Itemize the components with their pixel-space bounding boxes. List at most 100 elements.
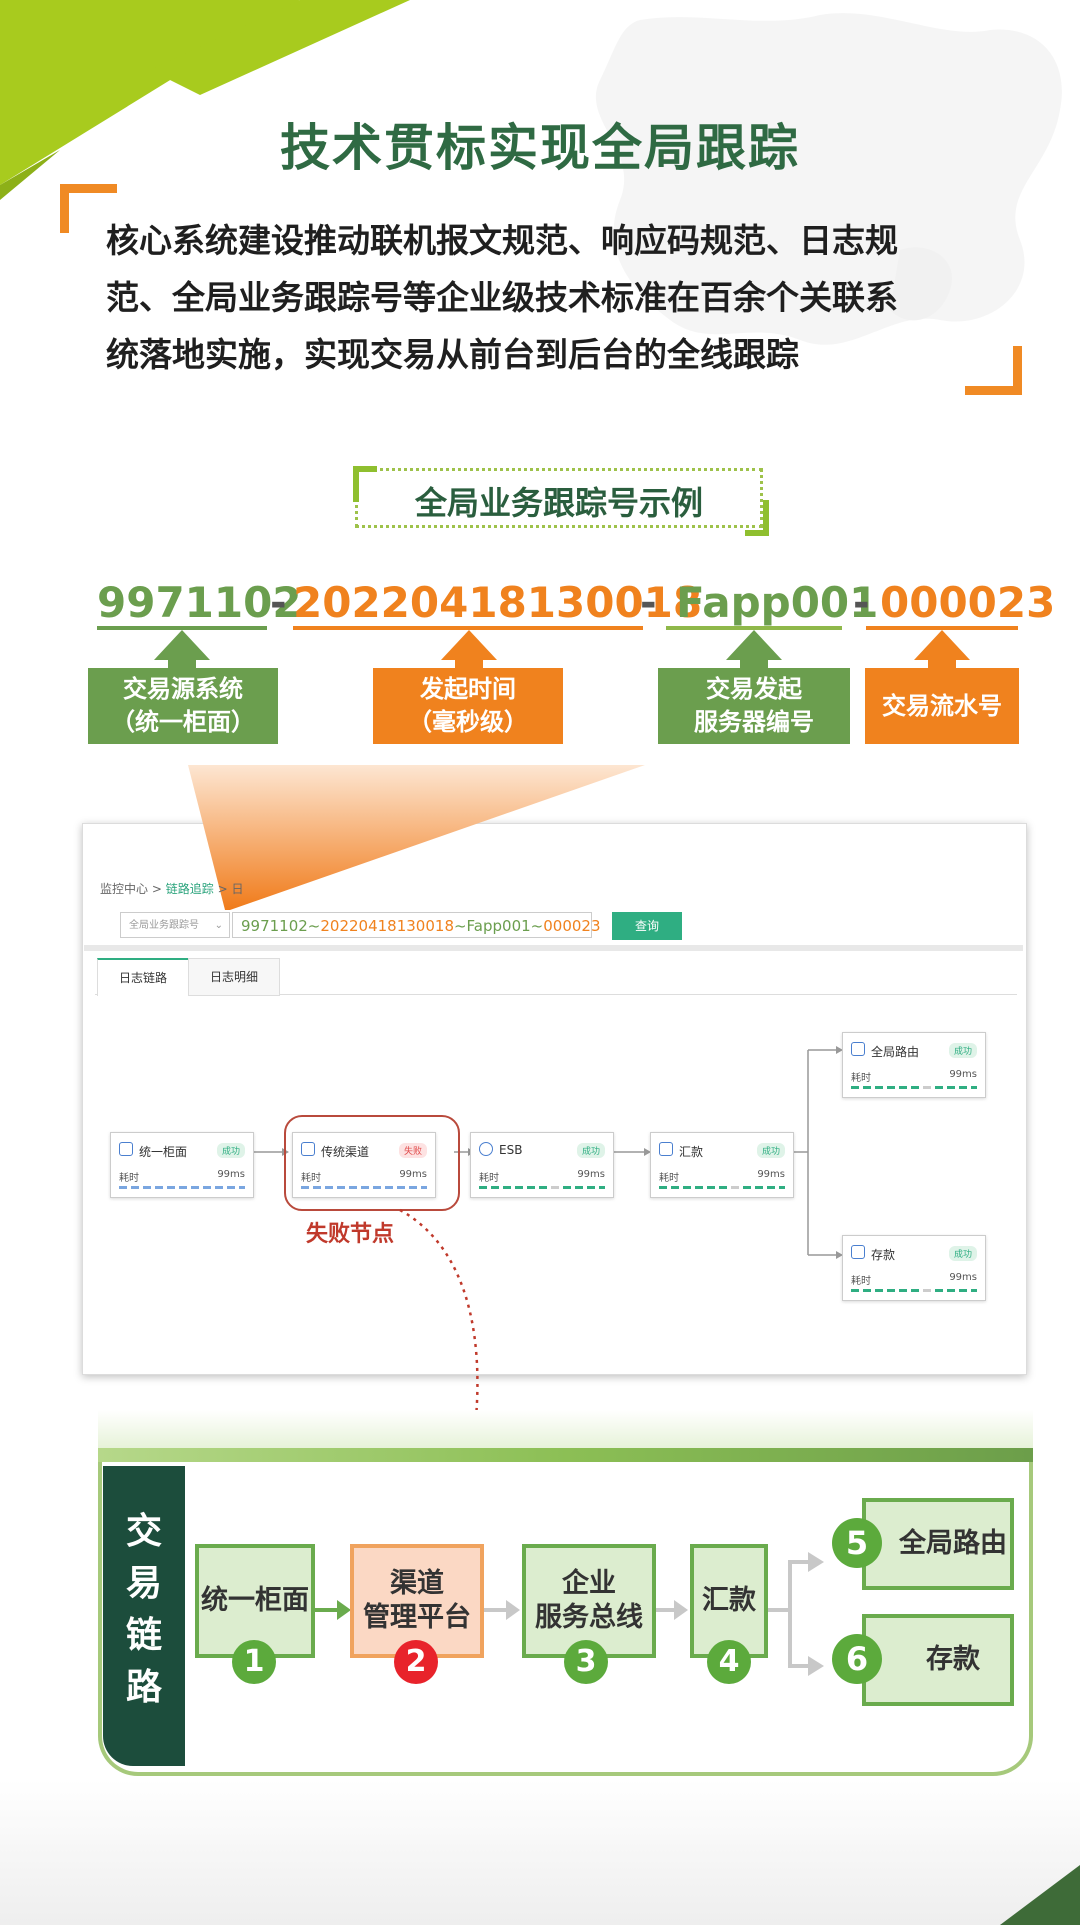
status-badge: 成功 bbox=[948, 1246, 977, 1261]
step-label: 企业 bbox=[562, 1568, 616, 1599]
progress-bar bbox=[479, 1186, 605, 1189]
subtitle: 全局业务跟踪号示例 bbox=[414, 484, 703, 522]
chain-label: 交 易 链 路 bbox=[103, 1506, 185, 1714]
breadcrumb-item[interactable]: 日 bbox=[231, 882, 243, 896]
step-label: 渠道 bbox=[390, 1568, 444, 1599]
progress-bar bbox=[851, 1289, 977, 1292]
corner-decoration-bottom bbox=[1000, 1865, 1080, 1925]
status-badge: 成功 bbox=[576, 1143, 605, 1158]
arrow-up-icon bbox=[914, 630, 970, 660]
bottom-band bbox=[0, 1780, 1080, 1925]
trace-part-server: Fapp001 bbox=[676, 578, 879, 627]
chain-step-deposit: 存款 bbox=[862, 1614, 1014, 1706]
node-name: 统一柜面 bbox=[139, 1145, 188, 1159]
counter-icon bbox=[119, 1142, 133, 1156]
step-label: 存款 bbox=[926, 1644, 980, 1675]
chain-step-router: 全局路由 bbox=[862, 1498, 1014, 1590]
node-time-value: 99ms bbox=[577, 1169, 605, 1180]
breadcrumb: 监控中心 > 链路追踪 > 日 bbox=[100, 880, 243, 897]
step-label: 服务总线 bbox=[535, 1602, 643, 1633]
trace-input-part: 20220418130018 bbox=[320, 917, 454, 935]
arrow-up-icon bbox=[154, 630, 210, 660]
intro-text: 核心系统建设推动联机报文规范、响应码规范、日志规 范、全局业务跟踪号等企业级技术… bbox=[106, 212, 1006, 383]
chain-label-char: 易 bbox=[125, 1563, 162, 1604]
label-line: 交易流水号 bbox=[882, 691, 1002, 720]
step-label: 管理平台 bbox=[363, 1602, 471, 1633]
step-label: 统一柜面 bbox=[201, 1585, 309, 1616]
node-time-label: 耗时 bbox=[119, 1173, 139, 1184]
progress-bar bbox=[851, 1086, 977, 1089]
chain-label-char: 交 bbox=[125, 1511, 162, 1552]
status-badge: 成功 bbox=[948, 1043, 977, 1058]
node-name: 全局路由 bbox=[871, 1045, 920, 1059]
arrow-line bbox=[484, 1608, 508, 1612]
trace-node[interactable]: 统一柜面 成功 耗时 99ms bbox=[110, 1132, 254, 1198]
status-badge: 成功 bbox=[756, 1143, 785, 1158]
node-name: ESB bbox=[499, 1143, 523, 1157]
trace-id-input[interactable]: 9971102~20220418130018~Fapp001~000023 bbox=[232, 912, 601, 938]
step-number: 3 bbox=[564, 1640, 608, 1684]
remit-icon bbox=[659, 1142, 673, 1156]
label-serial-number: 交易流水号 bbox=[865, 668, 1019, 744]
search-type-select[interactable]: 全局业务跟踪号 ⌄ bbox=[120, 912, 230, 938]
node-time-value: 99ms bbox=[949, 1272, 977, 1283]
label-source-system: 交易源系统 （统一柜面） bbox=[88, 668, 278, 744]
label-line: 交易源系统 bbox=[123, 675, 243, 703]
trace-node[interactable]: 汇款 成功 耗时 99ms bbox=[650, 1132, 794, 1198]
node-time-label: 耗时 bbox=[851, 1276, 871, 1287]
query-button[interactable]: 查询 bbox=[612, 912, 682, 940]
failure-highlight-ring bbox=[284, 1115, 460, 1211]
arrow-line bbox=[315, 1608, 339, 1612]
node-name: 存款 bbox=[871, 1248, 896, 1262]
node-time-value: 99ms bbox=[949, 1069, 977, 1080]
trace-input-part: ~Fapp001~ bbox=[453, 917, 544, 935]
headset-icon bbox=[479, 1142, 493, 1156]
label-line: （统一柜面） bbox=[111, 708, 255, 736]
breadcrumb-separator: > bbox=[151, 882, 162, 896]
tab-log-detail[interactable]: 日志明细 bbox=[188, 958, 280, 996]
node-time-label: 耗时 bbox=[479, 1173, 499, 1184]
trace-input-part: 9971102~ bbox=[241, 917, 321, 935]
step-number: 5 bbox=[832, 1518, 882, 1568]
step-number: 2 bbox=[394, 1640, 438, 1684]
trace-node[interactable]: 存款 成功 耗时 99ms bbox=[842, 1235, 986, 1301]
trace-node[interactable]: 全局路由 成功 耗时 99ms bbox=[842, 1032, 986, 1098]
router-icon bbox=[851, 1042, 865, 1056]
breadcrumb-separator: > bbox=[217, 882, 228, 896]
trace-node[interactable]: ESB 成功 耗时 99ms bbox=[470, 1132, 614, 1198]
label-start-time: 发起时间 （毫秒级） bbox=[373, 668, 563, 744]
step-label: 全局路由 bbox=[899, 1528, 1007, 1559]
page-title: 技术贯标实现全局跟踪 bbox=[280, 119, 800, 177]
label-line: 服务器编号 bbox=[694, 708, 814, 736]
breadcrumb-item[interactable]: 监控中心 bbox=[100, 882, 148, 896]
chain-header-bar bbox=[98, 1448, 1033, 1462]
arrow-right-icon bbox=[506, 1600, 520, 1620]
chevron-down-icon: ⌄ bbox=[214, 920, 223, 931]
intro-line: 范、全局业务跟踪号等企业级技术标准在百余个关联系 bbox=[106, 278, 898, 317]
chain-header-shade bbox=[98, 1410, 1033, 1452]
arrow-line bbox=[656, 1608, 676, 1612]
zoom-beam bbox=[188, 765, 645, 910]
node-time-label: 耗时 bbox=[659, 1173, 679, 1184]
arrow-up-icon bbox=[726, 630, 782, 660]
divider bbox=[84, 945, 1023, 951]
progress-bar bbox=[659, 1186, 785, 1189]
progress-bar bbox=[119, 1186, 245, 1189]
trace-input-part: 000023 bbox=[543, 917, 601, 935]
node-time-value: 99ms bbox=[217, 1169, 245, 1180]
node-name: 汇款 bbox=[679, 1145, 704, 1159]
label-line: 发起时间 bbox=[420, 675, 516, 703]
label-server-id: 交易发起 服务器编号 bbox=[658, 668, 850, 744]
arrow-up-icon bbox=[441, 630, 497, 660]
label-line: （毫秒级） bbox=[408, 708, 528, 736]
tab-log-chain[interactable]: 日志链路 bbox=[97, 958, 189, 996]
step-number: 1 bbox=[232, 1640, 276, 1684]
breadcrumb-item-active[interactable]: 链路追踪 bbox=[166, 882, 214, 896]
arrow-right-icon bbox=[337, 1600, 351, 1620]
separator: - bbox=[640, 580, 657, 626]
intro-line: 统落地实施，实现交易从前台到后台的全线跟踪 bbox=[106, 335, 799, 374]
node-time-value: 99ms bbox=[757, 1169, 785, 1180]
step-number: 4 bbox=[707, 1640, 751, 1684]
separator: - bbox=[853, 580, 870, 626]
step-label: 汇款 bbox=[702, 1585, 756, 1616]
